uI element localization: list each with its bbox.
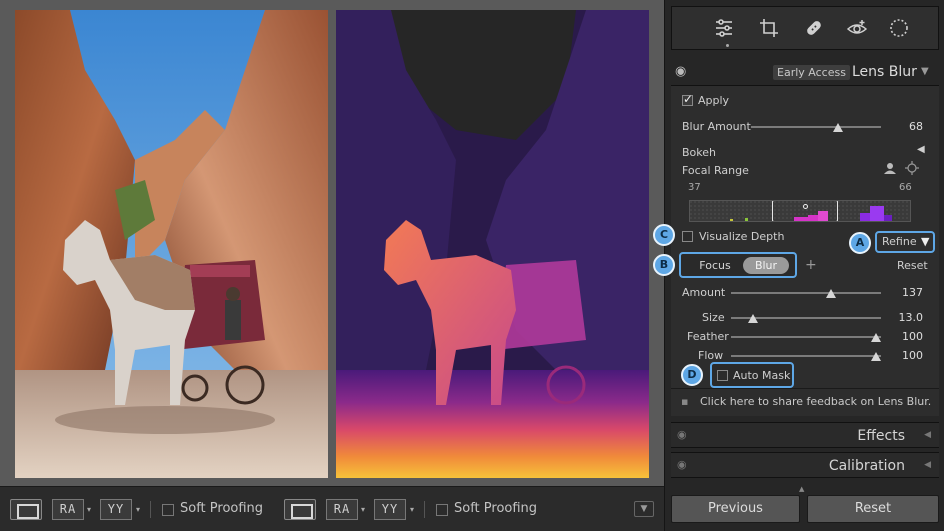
amount-label: Amount	[682, 286, 726, 299]
soft-proofing-label-1: Soft Proofing	[180, 501, 264, 516]
early-access-badge: Early Access	[773, 65, 850, 80]
lens-blur-header[interactable]: ◉ Early Access Lens Blur ▼	[671, 60, 939, 86]
eye-icon[interactable]: ◉	[675, 64, 686, 79]
depth-visualization-image	[336, 10, 649, 478]
lens-blur-title: Lens Blur	[852, 64, 917, 80]
before-after-swap-caret-2[interactable]: ▾	[410, 499, 418, 520]
reset-brush-button[interactable]: Reset	[897, 259, 928, 272]
callout-d: D	[681, 364, 703, 386]
callout-c: C	[653, 224, 675, 246]
bottom-button-bar: ▲ Previous Reset	[665, 485, 944, 531]
before-after-left-right-button-2[interactable]: RA	[326, 499, 358, 520]
soft-proofing-checkbox-2[interactable]	[436, 504, 448, 516]
blur-tab[interactable]: Blur	[743, 257, 789, 274]
add-brush-button[interactable]: +	[805, 257, 817, 273]
toolbar-divider	[150, 501, 151, 518]
effects-section-header[interactable]: ◉ Effects ◀	[671, 422, 939, 448]
bokeh-disclosure-icon[interactable]: ◀	[917, 144, 925, 155]
before-after-top-bottom-button[interactable]: YY	[100, 499, 132, 520]
auto-mask-control[interactable]: Auto Mask	[710, 362, 794, 388]
amount-value[interactable]: 137	[883, 286, 923, 299]
calibration-collapse-icon[interactable]: ◀	[924, 460, 931, 470]
feather-value[interactable]: 100	[883, 330, 923, 343]
size-value[interactable]: 13.0	[883, 311, 924, 324]
calibration-title: Calibration	[828, 458, 905, 474]
effects-collapse-icon[interactable]: ◀	[924, 430, 931, 440]
callout-b: B	[653, 254, 675, 276]
flow-slider-track[interactable]	[731, 355, 881, 357]
loupe-view-button[interactable]	[10, 499, 42, 520]
before-image	[15, 10, 328, 478]
size-label: Size	[702, 311, 725, 324]
before-after-mode-caret-2[interactable]: ▾	[361, 499, 369, 520]
before-after-swap-caret[interactable]: ▾	[136, 499, 144, 520]
heal-icon[interactable]	[803, 17, 825, 39]
before-after-left-right-button[interactable]: RA	[52, 499, 84, 520]
loupe-view-button-2[interactable]	[284, 499, 316, 520]
effects-eye-icon[interactable]: ◉	[677, 428, 687, 441]
refine-chevron-icon: ▼	[921, 235, 930, 248]
flow-slider-thumb[interactable]	[871, 352, 881, 361]
tool-strip	[671, 6, 939, 50]
auto-mask-checkbox[interactable]	[717, 370, 728, 381]
callout-a: A	[849, 232, 871, 254]
refine-button[interactable]: Refine ▼	[875, 231, 935, 253]
apply-checkbox[interactable]	[682, 92, 693, 106]
develop-panel: ◉ Early Access Lens Blur ▼ Apply Blur Am…	[653, 0, 944, 531]
lens-blur-panel: Apply Blur Amount 68 Bokeh ◀ Focal Range…	[653, 86, 939, 416]
redeye-icon[interactable]	[846, 17, 868, 39]
sliders-icon[interactable]	[713, 17, 735, 39]
point-focus-icon[interactable]	[905, 161, 919, 178]
effects-title: Effects	[857, 428, 905, 444]
soft-proofing-label-2: Soft Proofing	[454, 501, 538, 516]
panel-end-marker-icon: ▲	[799, 485, 805, 493]
flow-value[interactable]: 100	[883, 349, 923, 362]
size-slider-thumb[interactable]	[748, 314, 758, 323]
previous-button[interactable]: Previous	[671, 495, 800, 523]
soft-proofing-checkbox-1[interactable]	[162, 504, 174, 516]
masking-icon[interactable]	[888, 17, 910, 39]
blur-amount-label: Blur Amount	[682, 120, 751, 133]
active-tool-indicator	[726, 44, 729, 47]
focal-range-window[interactable]	[772, 201, 838, 221]
image-viewer: RA ▾ YY ▾ Soft Proofing RA ▾ YY ▾ Soft P…	[0, 0, 664, 531]
reset-button[interactable]: Reset	[807, 495, 939, 523]
crop-icon[interactable]	[758, 17, 780, 39]
bokeh-label: Bokeh	[682, 146, 716, 159]
blur-amount-slider-thumb[interactable]	[833, 123, 843, 132]
feather-slider-track[interactable]	[731, 336, 881, 338]
visualize-depth-checkbox[interactable]	[682, 231, 693, 242]
focal-range-handle[interactable]	[803, 204, 808, 209]
before-after-mode-caret[interactable]: ▾	[87, 499, 95, 520]
amount-slider-track[interactable]	[731, 292, 881, 294]
calibration-section-header[interactable]: ◉ Calibration ◀	[671, 452, 939, 478]
feather-slider-thumb[interactable]	[871, 333, 881, 342]
speech-bubble-icon: ▪	[681, 395, 689, 408]
blur-amount-value[interactable]: 68	[883, 120, 923, 133]
flow-label: Flow	[698, 349, 724, 362]
blur-amount-slider-track[interactable]	[751, 126, 881, 128]
lightroom-window: RA ▾ YY ▾ Soft Proofing RA ▾ YY ▾ Soft P…	[0, 0, 944, 531]
visualize-depth-label: Visualize Depth	[699, 230, 785, 243]
subject-focus-icon[interactable]	[883, 161, 897, 179]
feedback-link[interactable]: ▪ Click here to share feedback on Lens B…	[671, 388, 939, 414]
toolbar-content-dropdown[interactable]: ▼	[634, 501, 654, 517]
focal-range-depth-histogram[interactable]	[689, 200, 911, 222]
collapse-icon[interactable]: ▼	[921, 66, 929, 77]
focal-range-min: 37	[688, 182, 701, 193]
focal-range-max: 66	[899, 182, 912, 193]
apply-label: Apply	[698, 94, 730, 107]
amount-slider-thumb[interactable]	[826, 289, 836, 298]
before-after-top-bottom-button-2[interactable]: YY	[374, 499, 406, 520]
calibration-eye-icon[interactable]: ◉	[677, 458, 687, 471]
refine-label: Refine	[882, 235, 917, 248]
feedback-text: Click here to share feedback on Lens Blu…	[700, 395, 932, 408]
auto-mask-label: Auto Mask	[733, 369, 791, 382]
toolbar-divider-2	[424, 501, 425, 518]
focal-range-label: Focal Range	[682, 164, 749, 177]
viewer-toolbar: RA ▾ YY ▾ Soft Proofing RA ▾ YY ▾ Soft P…	[0, 486, 664, 531]
feather-label: Feather	[687, 330, 729, 343]
focus-tab[interactable]: Focus	[686, 257, 744, 274]
focus-blur-toggle: Focus Blur	[679, 252, 797, 278]
